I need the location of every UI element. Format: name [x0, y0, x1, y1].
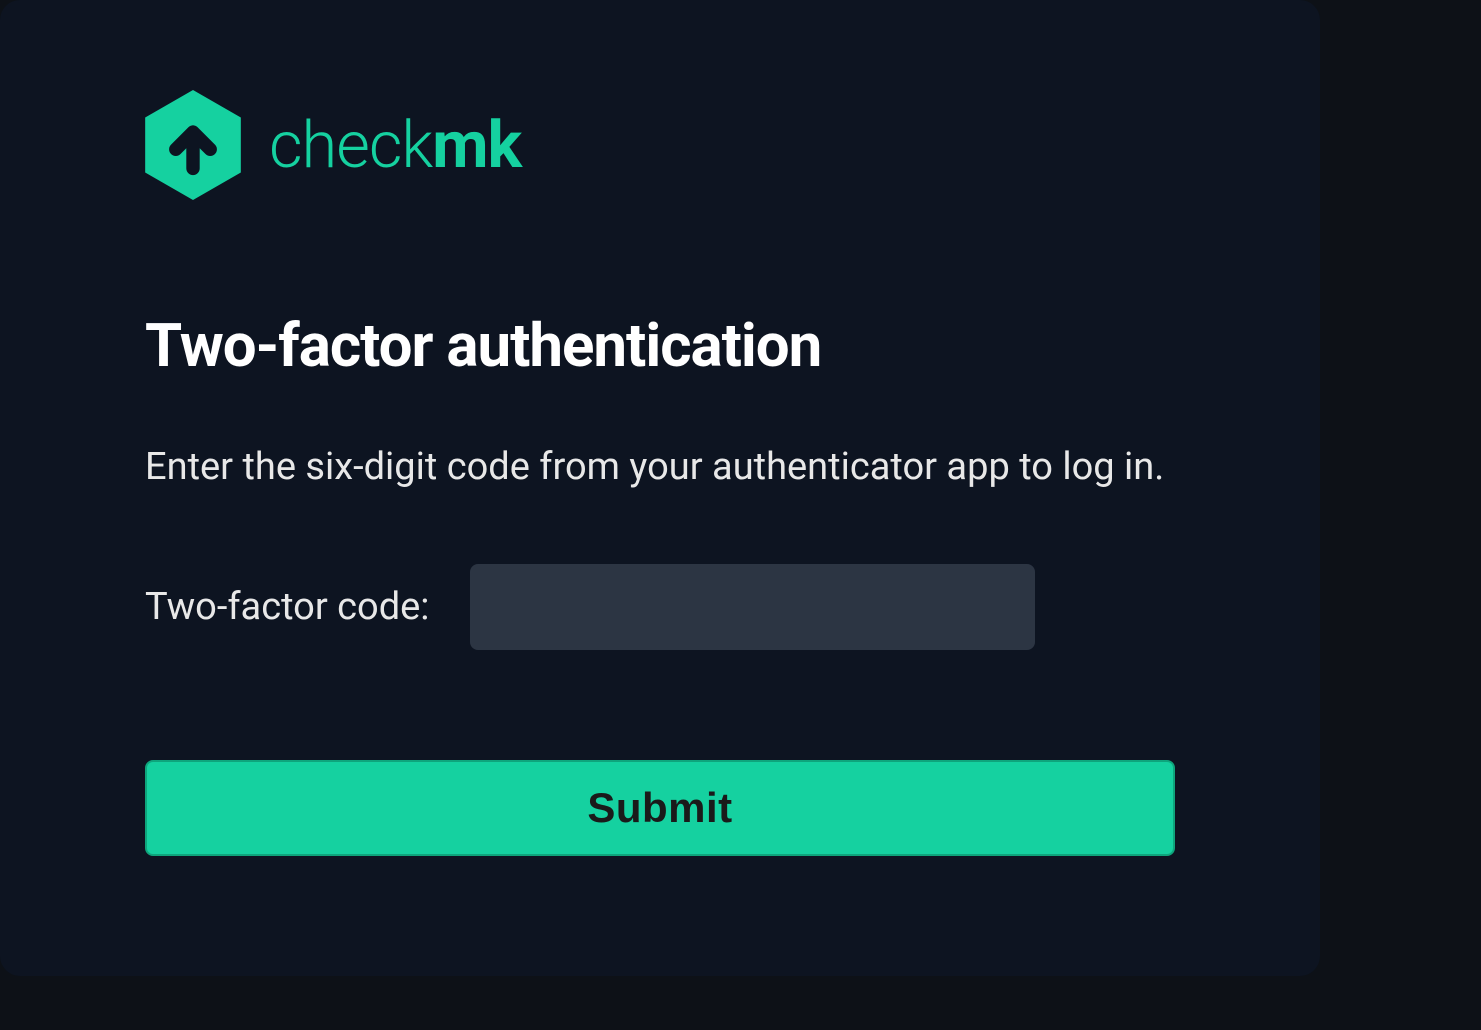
checkmk-logo-icon — [145, 90, 241, 200]
input-row: Two-factor code: — [145, 564, 1175, 650]
description-text: Enter the six-digit code from your authe… — [145, 441, 1175, 494]
auth-card: checkmk Two-factor authentication Enter … — [0, 0, 1320, 976]
logo-text-light: check — [269, 107, 432, 183]
code-input-label: Two-factor code: — [145, 585, 430, 629]
page-title: Two-factor authentication — [145, 310, 1175, 381]
logo-text-bold: mk — [432, 107, 521, 183]
two-factor-code-input[interactable] — [470, 564, 1035, 650]
logo-container: checkmk — [145, 90, 1175, 200]
submit-button[interactable]: Submit — [145, 760, 1175, 856]
checkmk-logo-text: checkmk — [269, 107, 521, 183]
